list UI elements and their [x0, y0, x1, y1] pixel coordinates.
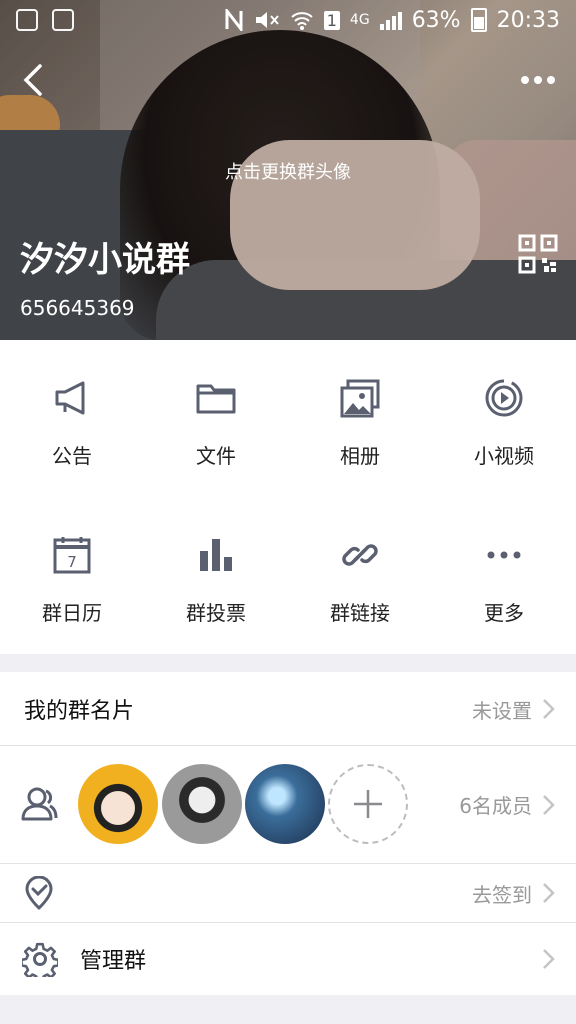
- my-group-card-value: 未设置: [472, 698, 532, 723]
- grid-item-calendar[interactable]: 7 群日历: [0, 497, 144, 654]
- checkin-row[interactable]: 去签到: [0, 864, 576, 922]
- status-bar: 1 4G 63% 20:33: [0, 0, 576, 40]
- dot-icon: [547, 76, 555, 84]
- grid-label: 相册: [340, 444, 380, 468]
- chevron-right-icon: [543, 699, 555, 719]
- dot-icon: [521, 76, 529, 84]
- manage-group-row[interactable]: 管理群: [0, 923, 576, 995]
- grid-item-short-video[interactable]: 小视频: [432, 340, 576, 497]
- sim-slot-badge: 1: [323, 10, 340, 30]
- calendar-day: 7: [67, 553, 77, 571]
- battery-icon: [470, 8, 487, 32]
- grid-item-vote[interactable]: 群投票: [144, 497, 288, 654]
- members-row[interactable]: 6名成员: [0, 746, 576, 863]
- grid-label: 小视频: [474, 444, 534, 468]
- grid-label: 公告: [52, 444, 92, 468]
- nfc-icon: [225, 9, 243, 31]
- dot-icon: [534, 76, 542, 84]
- qr-code-icon[interactable]: [518, 234, 558, 274]
- battery-percent: 63%: [411, 7, 461, 33]
- link-icon: [342, 544, 378, 566]
- member-avatar[interactable]: [78, 764, 158, 844]
- members-icon: [21, 787, 58, 821]
- wifi-icon: [291, 12, 313, 30]
- calendar-icon: 7: [53, 537, 91, 574]
- more-options-button[interactable]: [514, 62, 562, 98]
- checkin-value: 去签到: [472, 882, 532, 907]
- grid-label: 群投票: [186, 601, 246, 625]
- plus-icon: [354, 790, 382, 818]
- mute-icon: [255, 12, 279, 28]
- chevron-right-icon: [543, 794, 555, 815]
- group-cover-photo[interactable]: 1 4G 63% 20:33 点击更换群头像 汐汐小说群 656645369: [0, 0, 576, 340]
- back-icon[interactable]: [14, 60, 54, 100]
- vote-icon: [200, 539, 232, 571]
- grid-label: 群链接: [330, 601, 390, 625]
- add-member-button[interactable]: [328, 764, 408, 844]
- member-count: 6名成员: [459, 794, 532, 818]
- group-name: 汐汐小说群: [20, 240, 190, 280]
- grid-item-album[interactable]: 相册: [288, 340, 432, 497]
- network-type: 4G: [349, 12, 370, 28]
- folder-icon: [196, 384, 236, 414]
- megaphone-icon: [55, 381, 85, 415]
- notification-icon: [16, 9, 38, 31]
- group-id: 656645369: [20, 296, 135, 320]
- manage-group-label: 管理群: [80, 949, 147, 974]
- grid-item-link[interactable]: 群链接: [288, 497, 432, 654]
- album-icon: [340, 379, 380, 418]
- grid-label: 文件: [196, 444, 236, 468]
- location-check-icon: [25, 876, 53, 910]
- notification-icon: [52, 9, 74, 31]
- feature-grid: 公告 文件 相册 小视频 7 群日历 群投票 群链接 更多: [0, 340, 576, 654]
- member-avatar[interactable]: [245, 764, 325, 844]
- clock: 20:33: [496, 7, 560, 33]
- chevron-right-icon: [543, 883, 555, 903]
- my-group-card-row[interactable]: 我的群名片 未设置: [0, 672, 576, 746]
- group-profile-screen: 1 4G 63% 20:33 点击更换群头像 汐汐小说群 656645369 公…: [0, 0, 576, 1024]
- grid-label: 群日历: [42, 601, 102, 625]
- grid-label: 更多: [484, 601, 524, 625]
- more-icon: [487, 551, 521, 559]
- change-avatar-hint[interactable]: 点击更换群头像: [0, 158, 576, 184]
- member-avatar[interactable]: [162, 764, 242, 844]
- my-group-card-label: 我的群名片: [24, 699, 135, 724]
- grid-item-more[interactable]: 更多: [432, 497, 576, 654]
- chevron-right-icon: [543, 949, 555, 969]
- gear-icon: [22, 942, 58, 977]
- grid-item-announcement[interactable]: 公告: [0, 340, 144, 497]
- video-icon: [485, 379, 523, 417]
- grid-item-files[interactable]: 文件: [144, 340, 288, 497]
- signal-icon: [379, 10, 402, 30]
